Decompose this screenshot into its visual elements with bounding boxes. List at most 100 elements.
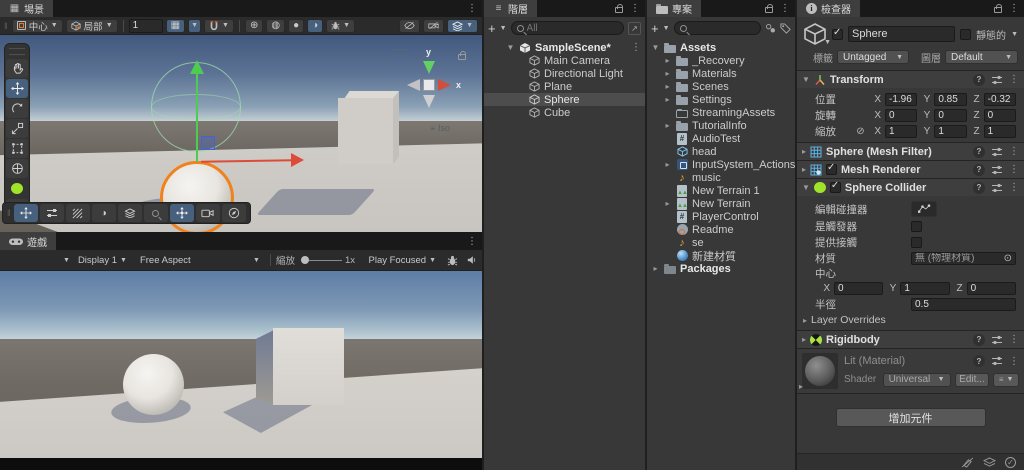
gizmo-x-cone[interactable] [438, 79, 457, 91]
add-component-button[interactable]: 增加元件 [835, 408, 986, 427]
position-x-field[interactable]: -1.96 [885, 92, 918, 106]
gizmo-negy-cone[interactable] [423, 95, 435, 114]
kebab-icon[interactable]: ⋮ [1009, 182, 1019, 193]
zoom-slider-knob[interactable] [300, 256, 309, 264]
orientation-dropdown[interactable]: 局部 ▼ [65, 18, 118, 33]
create-button[interactable]: + [651, 21, 659, 36]
gizmo-drag-handle[interactable]: —— [392, 46, 408, 54]
gizmo-y-label[interactable]: y [426, 47, 431, 57]
project-item[interactable]: ▸ Settings [647, 93, 795, 106]
hierarchy-item[interactable]: Plane [484, 80, 645, 93]
provides-contacts-checkbox[interactable] [911, 236, 922, 248]
tool-size-field[interactable]: 1 [128, 18, 163, 33]
translate-plane-handle[interactable] [201, 136, 215, 150]
layers-dropdown-button[interactable]: ▼ [447, 18, 478, 33]
grid-overlay-button[interactable] [65, 204, 90, 222]
gameobject-name-field[interactable]: Sphere [848, 26, 956, 42]
gizmo-y-cone[interactable] [423, 61, 435, 80]
fold-arrow-icon[interactable]: ▼ [506, 43, 515, 52]
rect-tool-button[interactable] [6, 139, 28, 158]
layer-overrides-foldout[interactable]: Layer Overrides [811, 314, 886, 326]
component-enabled-checkbox[interactable] [829, 180, 841, 193]
presets-icon[interactable] [991, 147, 1003, 157]
scale-x-field[interactable]: 1 [885, 124, 918, 138]
debug-shading-button[interactable]: ◍ [266, 18, 286, 33]
fold-arrow-icon[interactable]: ▼ [651, 43, 660, 52]
center-y-field[interactable]: 1 [900, 281, 950, 295]
project-item[interactable]: 新建材質 [647, 249, 795, 263]
material-list-button[interactable]: ≡ ▼ [993, 372, 1019, 387]
layer-dropdown[interactable]: Default ▼ [945, 50, 1018, 64]
mesh-filter-header[interactable]: ▸ Sphere (Mesh Filter) ? ⋮ [797, 142, 1024, 160]
lighting-toggle-button[interactable]: ◑ [307, 18, 324, 33]
particles-overlay-button[interactable] [117, 204, 142, 222]
project-item[interactable]: ▲▲ New Terrain 1 [647, 184, 795, 197]
project-item[interactable]: ▸ ▲▲ New Terrain [647, 197, 795, 210]
sphere-collider-tool-button[interactable] [6, 179, 28, 198]
hierarchy-menu-kebab-icon[interactable]: ⋮ [630, 3, 640, 14]
radius-field[interactable]: 0.5 [911, 297, 1016, 311]
overlay-drag-handle[interactable]: ‖ [7, 208, 12, 218]
camera-cull-button[interactable] [423, 18, 445, 33]
scale-y-field[interactable]: 1 [934, 124, 967, 138]
rotation-z-field[interactable]: 0 [983, 108, 1016, 122]
project-item[interactable]: # PlayerControl [647, 210, 795, 223]
kebab-icon[interactable]: ⋮ [1009, 164, 1019, 175]
scene-row[interactable]: ▼ SampleScene* ⋮ [484, 41, 645, 54]
active-checkbox[interactable] [832, 27, 843, 40]
project-item[interactable]: ♪ music [647, 171, 795, 184]
play-focused-dropdown[interactable]: Play Focused ▼ [364, 253, 442, 267]
help-icon[interactable]: ? [973, 333, 985, 346]
project-item[interactable]: Readme [647, 223, 795, 236]
lock-icon[interactable] [994, 4, 1002, 13]
game-mode-caret[interactable]: ▼ [63, 257, 70, 264]
edit-collider-button[interactable] [911, 201, 937, 217]
scene-viewport[interactable]: —— —— ‖ ◑ —— y x ≡ Iso [0, 35, 482, 232]
hierarchy-searchbox[interactable] [510, 21, 624, 35]
presets-icon[interactable] [991, 335, 1003, 345]
link-scale-icon[interactable]: ⊘ [853, 126, 868, 137]
project-item[interactable]: StreamingAssets [647, 106, 795, 119]
pivot-mode-dropdown[interactable]: 中心 ▼ [11, 18, 63, 33]
create-caret[interactable]: ▼ [663, 25, 670, 32]
presets-icon[interactable] [991, 356, 1003, 366]
sphere-collider-header[interactable]: ▼ Sphere Collider ? ⋮ [797, 178, 1024, 196]
search-by-type-button[interactable] [765, 23, 776, 34]
toolbar-drag-handle[interactable]: ‖ [4, 21, 9, 31]
grid-visibility-caret[interactable]: ▼ [188, 18, 202, 33]
project-item[interactable]: ▸ _Recovery [647, 54, 795, 67]
scene-menu-kebab-icon[interactable]: ⋮ [467, 3, 477, 14]
rotation-x-field[interactable]: 0 [885, 108, 918, 122]
hierarchy-item[interactable]: Cube [484, 106, 645, 119]
open-search-window-icon[interactable]: ↗ [628, 21, 641, 35]
physic-material-field[interactable]: 無 (物理材質) ⊙ [911, 251, 1016, 265]
presets-icon[interactable] [991, 183, 1003, 193]
help-icon[interactable]: ? [973, 355, 985, 367]
transform-tool-button[interactable] [6, 159, 28, 178]
presets-icon[interactable] [991, 165, 1003, 175]
view-tool-button[interactable] [6, 59, 28, 78]
grid-visibility-button[interactable]: ▦ [165, 18, 186, 33]
is-trigger-checkbox[interactable] [911, 220, 922, 232]
tab-project[interactable]: 專案 [647, 0, 701, 17]
game-viewport[interactable] [0, 271, 482, 458]
tag-dropdown[interactable]: Untagged ▼ [837, 50, 909, 64]
gameobject-cube-icon[interactable]: ▼ [803, 22, 831, 46]
tab-scene[interactable]: ▦ 場景 [0, 0, 53, 17]
tab-hierarchy[interactable]: ≡ 階層 [484, 0, 537, 17]
help-icon[interactable]: ? [973, 145, 985, 158]
move-overlay-button[interactable] [13, 204, 38, 222]
position-y-field[interactable]: 0.85 [934, 92, 967, 106]
lock-icon[interactable] [615, 4, 623, 13]
assets-root-row[interactable]: ▼ Assets [647, 41, 795, 54]
tab-game[interactable]: 遊戲 [0, 232, 56, 250]
effects-dropdown-button[interactable]: ▼ [326, 18, 356, 33]
gizmo-x-label[interactable]: x [456, 80, 461, 90]
cube-object[interactable] [338, 98, 393, 164]
static-caret[interactable]: ▼ [1011, 31, 1018, 38]
help-icon[interactable]: ? [973, 163, 985, 176]
inspector-menu-kebab-icon[interactable]: ⋮ [1009, 3, 1019, 14]
overlay-drag-handle[interactable]: —— —— [9, 45, 25, 59]
activity-check-icon[interactable]: ✓ [1005, 456, 1016, 468]
help-icon[interactable]: ? [973, 181, 985, 194]
